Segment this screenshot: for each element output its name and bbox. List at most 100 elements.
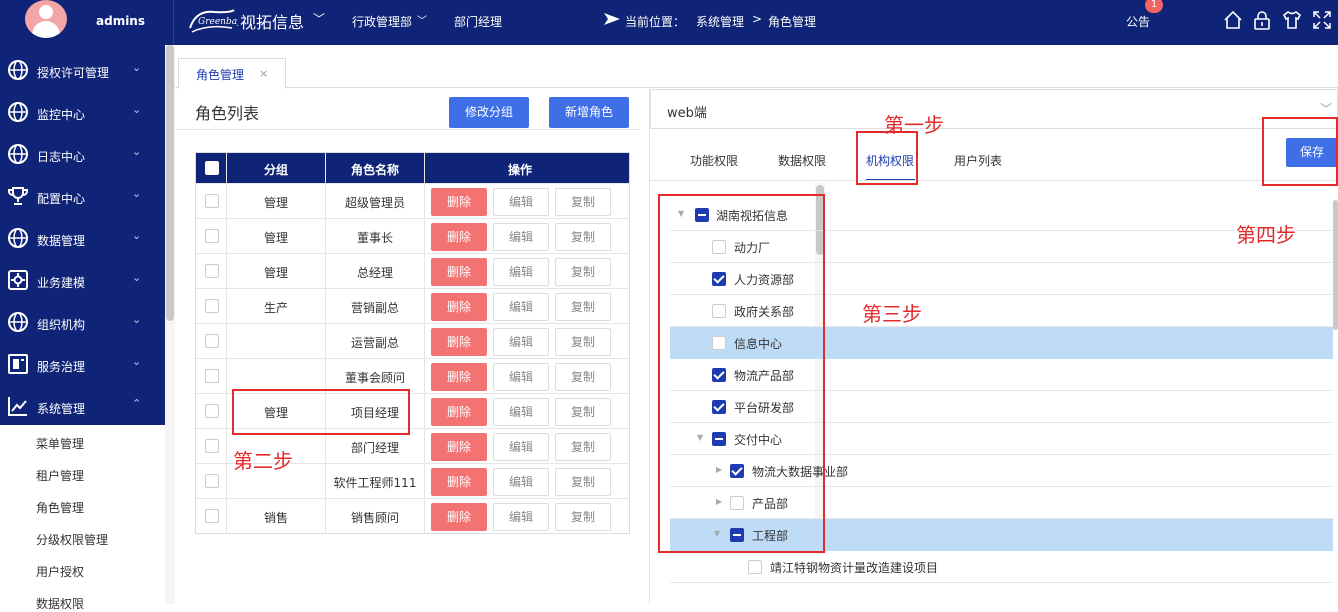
table-row[interactable]: 管理 总经理 删除 编辑 复制 (196, 253, 629, 288)
submenu-role-management[interactable]: 角色管理 (36, 499, 84, 516)
chevron-down-icon[interactable]: ﹀ (313, 10, 325, 27)
avatar[interactable] (25, 0, 67, 38)
delete-button[interactable]: 删除 (431, 468, 487, 496)
submenu-hierarchical-permissions[interactable]: 分级权限管理 (36, 531, 108, 548)
copy-button[interactable]: 复制 (555, 328, 611, 356)
select-all-checkbox[interactable] (205, 161, 219, 175)
edit-button[interactable]: 编辑 (493, 433, 549, 461)
brand-name[interactable]: 视拓信息 (240, 9, 304, 33)
delete-button[interactable]: 删除 (431, 398, 487, 426)
breadcrumb-system-management[interactable]: 系统管理 (696, 13, 744, 30)
copy-button[interactable]: 复制 (555, 433, 611, 461)
sidebar-item-monitor[interactable]: 监控中心 ⌄ (0, 92, 165, 134)
copy-button[interactable]: 复制 (555, 293, 611, 321)
tab-user-list[interactable]: 用户列表 (954, 152, 1002, 169)
delete-button[interactable]: 删除 (431, 328, 487, 356)
column-divider (424, 153, 425, 533)
annotation-step1: 第一步 (884, 113, 944, 137)
edit-button[interactable]: 编辑 (493, 188, 549, 216)
breadcrumb-separator: > (752, 12, 763, 26)
annotation-box-step4 (1262, 117, 1338, 186)
scrollbar-thumb[interactable] (166, 45, 174, 321)
delete-button[interactable]: 删除 (431, 433, 487, 461)
tree-node[interactable]: 靖江特钢物资计量改造建设项目 (670, 551, 1333, 583)
chevron-down-icon[interactable]: ﹀ (417, 12, 427, 27)
sidebar-item-config[interactable]: 配置中心 ⌄ (0, 176, 165, 218)
sidebar-item-logs[interactable]: 日志中心 ⌄ (0, 134, 165, 176)
svg-text:Greenbay: Greenbay (198, 17, 238, 27)
sidebar-item-license[interactable]: 授权许可管理 ⌄ (0, 50, 165, 92)
fullscreen-icon[interactable] (1311, 9, 1333, 31)
add-role-button[interactable]: 新增角色 (549, 97, 629, 128)
sidebar-scrollbar[interactable] (165, 45, 175, 604)
edit-button[interactable]: 编辑 (493, 503, 549, 531)
delete-button[interactable]: 删除 (431, 293, 487, 321)
row-checkbox[interactable] (205, 509, 219, 523)
edit-group-button[interactable]: 修改分组 (449, 97, 529, 128)
sidebar-item-service[interactable]: 服务治理 ⌄ (0, 344, 165, 386)
copy-button[interactable]: 复制 (555, 258, 611, 286)
tab-data-permissions[interactable]: 数据权限 (778, 152, 826, 169)
delete-button[interactable]: 删除 (431, 503, 487, 531)
row-checkbox[interactable] (205, 229, 219, 243)
copy-button[interactable]: 复制 (555, 188, 611, 216)
delete-button[interactable]: 删除 (431, 188, 487, 216)
tree-scrollbar[interactable] (1333, 200, 1338, 330)
chevron-up-icon: ⌃ (132, 397, 142, 410)
sidebar-item-data[interactable]: 数据管理 ⌄ (0, 218, 165, 260)
tab-function-permissions[interactable]: 功能权限 (690, 152, 738, 169)
delete-button[interactable]: 删除 (431, 223, 487, 251)
copy-button[interactable]: 复制 (555, 468, 611, 496)
row-group: 管理 (263, 231, 288, 245)
department-select[interactable]: 行政管理部 (352, 13, 412, 30)
tab-role-management[interactable]: 角色管理 × (178, 58, 286, 89)
row-checkbox[interactable] (205, 264, 219, 278)
edit-button[interactable]: 编辑 (493, 363, 549, 391)
notice-link[interactable]: 公告 (1126, 13, 1150, 30)
copy-button[interactable]: 复制 (555, 223, 611, 251)
sidebar-item-modeling[interactable]: 业务建模 ⌄ (0, 260, 165, 302)
table-row[interactable]: 生产 营销副总 删除 编辑 复制 (196, 288, 629, 323)
table-row[interactable]: 管理 超级管理员 删除 编辑 复制 (196, 183, 629, 218)
copy-button[interactable]: 复制 (555, 398, 611, 426)
sidebar-item-system[interactable]: 系统管理 ⌃ (0, 386, 165, 428)
submenu-tenant-management[interactable]: 租户管理 (36, 467, 84, 484)
shirt-icon[interactable] (1281, 9, 1303, 31)
chevron-down-icon: ﹀ (1320, 102, 1333, 116)
row-checkbox[interactable] (205, 299, 219, 313)
node-checkbox[interactable] (748, 560, 762, 574)
edit-button[interactable]: 编辑 (493, 328, 549, 356)
sidebar-item-label: 业务建模 (37, 276, 86, 290)
sidebar-item-label: 系统管理 (37, 402, 86, 416)
table-row[interactable]: 运营副总 删除 编辑 复制 (196, 323, 629, 358)
edit-button[interactable]: 编辑 (493, 223, 549, 251)
edit-button[interactable]: 编辑 (493, 398, 549, 426)
close-icon[interactable]: × (259, 67, 268, 80)
copy-button[interactable]: 复制 (555, 363, 611, 391)
row-checkbox[interactable] (205, 334, 219, 348)
sidebar-item-label: 日志中心 (37, 150, 86, 164)
table-row[interactable]: 管理 董事长 删除 编辑 复制 (196, 218, 629, 253)
row-checkbox[interactable] (205, 474, 219, 488)
sidebar-item-label: 服务治理 (37, 360, 86, 374)
edit-button[interactable]: 编辑 (493, 468, 549, 496)
edit-button[interactable]: 编辑 (493, 293, 549, 321)
user-name[interactable]: admins (96, 14, 145, 28)
edit-button[interactable]: 编辑 (493, 258, 549, 286)
row-checkbox[interactable] (205, 404, 219, 418)
delete-button[interactable]: 删除 (431, 363, 487, 391)
delete-button[interactable]: 删除 (431, 258, 487, 286)
client-select[interactable]: web端 ﹀ (650, 89, 1338, 129)
copy-button[interactable]: 复制 (555, 503, 611, 531)
row-checkbox[interactable] (205, 369, 219, 383)
row-group: 管理 (263, 266, 288, 280)
row-checkbox[interactable] (205, 194, 219, 208)
table-row[interactable]: 董事会顾问 删除 编辑 复制 (196, 358, 629, 393)
sidebar-item-organization[interactable]: 组织机构 ⌄ (0, 302, 165, 344)
lock-icon[interactable] (1251, 9, 1273, 31)
table-row[interactable]: 销售 销售顾问 删除 编辑 复制 (196, 498, 629, 533)
submenu-menu-management[interactable]: 菜单管理 (36, 435, 84, 452)
submenu-user-authorization[interactable]: 用户授权 (36, 563, 84, 580)
row-checkbox[interactable] (205, 439, 219, 453)
home-icon[interactable] (1222, 9, 1244, 31)
